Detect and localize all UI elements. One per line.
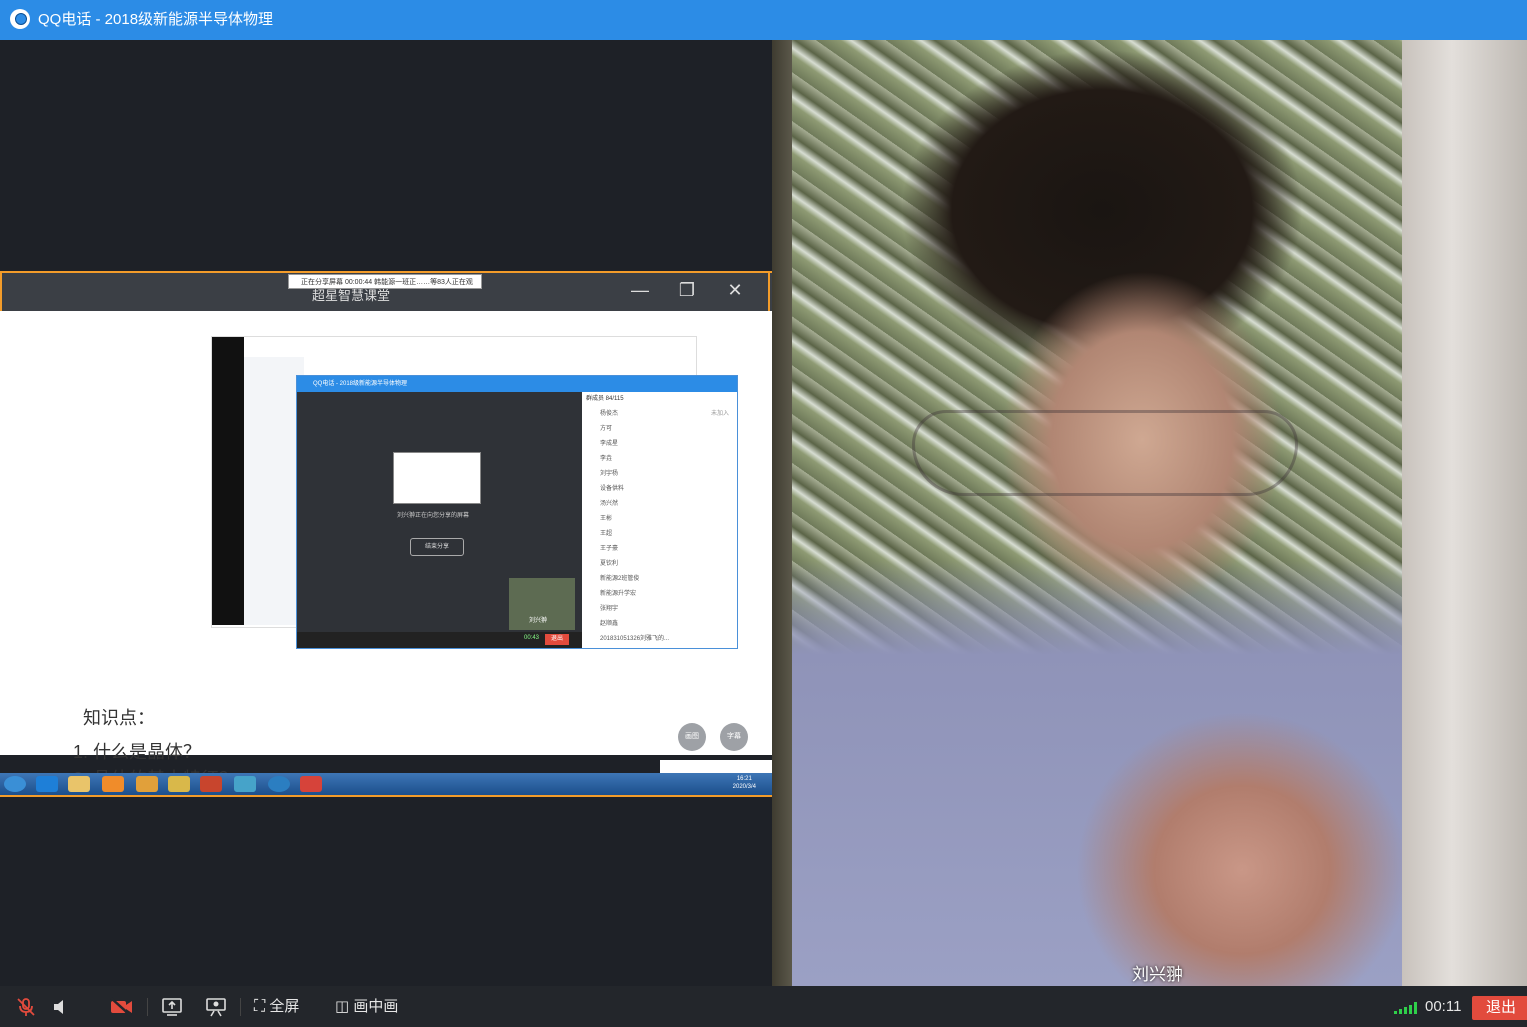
share-frame-corner xyxy=(768,271,770,311)
member-row: 设备供料 xyxy=(600,486,625,492)
nested-member-list: 群成员 84/115 杨俊杰 方可 李成星 李垚 刘宇杨 设备供料 汤兴然 王彬… xyxy=(582,392,737,648)
qq-call-logo-icon xyxy=(10,9,30,29)
video-background xyxy=(772,40,792,986)
shared-minimize-icon: — xyxy=(631,280,649,300)
slide-item: 1. 什么是晶体？ xyxy=(73,742,202,762)
taskbar-date: 2020/3/4 xyxy=(732,784,756,790)
chaoxing-icon xyxy=(168,776,190,792)
member-row: 201831051326刘雅飞的... xyxy=(600,636,670,642)
screen-share-icon[interactable] xyxy=(161,996,183,1018)
nested-exit-button: 退出 xyxy=(545,634,569,645)
caption-round-button: 字幕 xyxy=(720,723,748,751)
video-background xyxy=(1402,40,1527,986)
folder-icon xyxy=(68,776,90,792)
speaker-icon[interactable] xyxy=(51,996,73,1018)
member-row: 方可 xyxy=(600,426,613,432)
member-row: 夏钦利 xyxy=(600,561,619,567)
toolbar-divider xyxy=(147,998,148,1016)
nested-toolbar: 00:43 退出 xyxy=(297,632,582,648)
call-toolbar: ⛶ 全屏 ◫ 画中画 00:11 退出 xyxy=(0,986,1527,1027)
member-row: 新能源升学宏 xyxy=(600,591,637,597)
video-subject xyxy=(912,410,1298,496)
fullscreen-button[interactable]: ⛶ 全屏 xyxy=(254,996,299,1018)
participant-video: 刘兴翀 xyxy=(772,40,1527,986)
qq-chat-list-thumbnail xyxy=(244,357,304,625)
slide-item: 2. 晶体的基本特征？ xyxy=(73,765,237,773)
signal-strength-icon xyxy=(1394,1002,1418,1014)
ime-toolbar xyxy=(660,760,772,774)
share-frame-corner xyxy=(0,271,2,311)
nested-camera-thumbnail: 刘兴翀 xyxy=(509,578,575,630)
member-row: 张翔宇 xyxy=(600,606,619,612)
shared-window-titlebar: 超星智慧课堂 正在分享屏幕 00:00:44 韩能源一班正……等83人正在观 —… xyxy=(0,271,772,311)
fullscreen-icon: ⛶ xyxy=(254,998,266,1015)
member-row: 李垚 xyxy=(600,456,613,462)
sogou-icon xyxy=(268,776,290,792)
member-row: 新能源2班管俊 xyxy=(600,576,640,582)
nested-camera-label: 刘兴翀 xyxy=(529,618,548,624)
nested-qq-window: QQ电话 - 2018级新能源半导体物理 刘兴翀正在向您分享的屏幕 结束分享 刘… xyxy=(296,375,738,649)
shared-screen-pane: 超星智慧课堂 正在分享屏幕 00:00:44 韩能源一班正……等83人正在观 —… xyxy=(0,40,772,986)
member-row: 王彬 xyxy=(600,516,613,522)
title-bar: QQ电话 - 2018级新能源半导体物理 xyxy=(0,0,1527,40)
nested-stop-share-button: 结束分享 xyxy=(410,538,464,556)
app-icon xyxy=(300,776,322,792)
taskbar-clock: 16:21 2020/3/4 xyxy=(733,775,756,791)
member-row: 王超 xyxy=(600,531,613,537)
picture-in-picture-label: 画中画 xyxy=(353,998,399,1015)
member-row: 汤兴然 xyxy=(600,501,619,507)
mic-muted-icon[interactable] xyxy=(15,996,37,1018)
picture-in-picture-button[interactable]: ◫ 画中画 xyxy=(335,996,398,1018)
camera-off-icon[interactable] xyxy=(109,996,135,1018)
media-icon xyxy=(102,776,124,792)
nested-screen-thumbnail xyxy=(393,452,481,504)
shared-screen: 超星智慧课堂 正在分享屏幕 00:00:44 韩能源一班正……等83人正在观 —… xyxy=(0,271,772,797)
presenter-icon[interactable] xyxy=(205,996,227,1018)
member-row: 刘宇杨 xyxy=(600,471,619,477)
participant-name: 刘兴翀 xyxy=(1132,965,1183,984)
picture-in-picture-icon: ◫ xyxy=(335,998,350,1015)
nested-qq-title: QQ电话 - 2018级新能源半导体物理 xyxy=(297,376,737,392)
start-icon xyxy=(4,776,26,792)
member-header: 群成员 84/115 xyxy=(586,396,624,402)
window-title: QQ电话 - 2018级新能源半导体物理 xyxy=(38,11,274,28)
shared-restore-icon: ❐ xyxy=(678,280,696,300)
member-status: 未加入 xyxy=(710,411,729,417)
toolbar-divider xyxy=(240,998,241,1016)
shared-taskbar: 16:21 2020/3/4 xyxy=(0,773,772,797)
call-timer: 00:11 xyxy=(1425,998,1462,1015)
member-row: 赵顺鑫 xyxy=(600,621,619,627)
app-icon xyxy=(234,776,256,792)
shared-close-icon: ✕ xyxy=(727,280,743,300)
slide-image-strip xyxy=(212,337,244,625)
nested-timer: 00:43 xyxy=(524,635,540,641)
chrome-icon xyxy=(136,776,158,792)
slide-heading: 知识点： xyxy=(83,708,155,728)
share-status-tip: 正在分享屏幕 00:00:44 韩能源一班正……等83人正在观 xyxy=(288,274,482,289)
draw-round-button: 画图 xyxy=(678,723,706,751)
member-row: 王子豪 xyxy=(600,546,619,552)
taskbar-time: 16:21 xyxy=(736,776,752,782)
fullscreen-label: 全屏 xyxy=(269,998,300,1015)
powerpoint-icon xyxy=(200,776,222,792)
nested-sharing-text: 刘兴翀正在向您分享的屏幕 xyxy=(397,513,470,519)
exit-call-button[interactable]: 退出 xyxy=(1472,996,1527,1020)
member-row: 李成星 xyxy=(600,441,619,447)
ie-icon xyxy=(36,776,58,792)
